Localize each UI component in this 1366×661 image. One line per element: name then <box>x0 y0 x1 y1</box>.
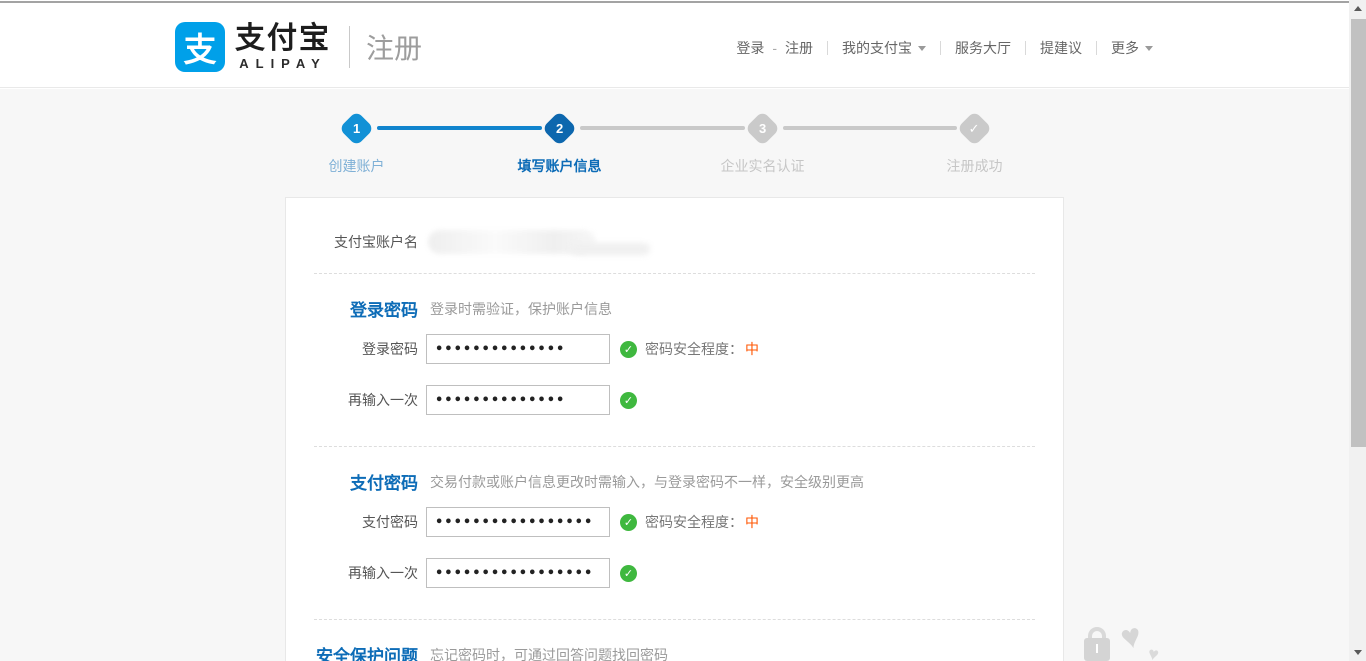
nav-suggestions-link[interactable]: 提建议 <box>1040 38 1082 58</box>
password-strength-value: 中 <box>745 339 759 359</box>
success-check-icon: ✓ <box>620 341 637 358</box>
check-glyph: ✓ <box>624 567 633 580</box>
step-registration-success: ✓ 注册成功 <box>895 113 1055 176</box>
page-title: 注册 <box>366 27 422 67</box>
security-question-section-title: 安全保护问题 <box>286 642 418 661</box>
step-1-diamond: 1 <box>339 111 374 146</box>
nav-more-label: 更多 <box>1111 38 1139 58</box>
nav-separator <box>1025 41 1026 55</box>
login-password-confirm-input[interactable] <box>426 385 610 415</box>
step-4-label: 注册成功 <box>895 156 1055 176</box>
nav-service-hall-link[interactable]: 服务大厅 <box>955 38 1011 58</box>
section-divider <box>314 619 1035 620</box>
section-divider <box>314 273 1035 274</box>
login-password-confirm-row: 再输入一次 ✓ <box>286 385 1063 415</box>
step-2-diamond: 2 <box>542 111 577 146</box>
lock-keyhole <box>1096 644 1098 653</box>
pay-password-confirm-row: 再输入一次 ✓ <box>286 558 1063 588</box>
success-check-icon: ✓ <box>620 565 637 582</box>
nav-login-link[interactable]: 登录 <box>736 38 764 58</box>
pay-password-input[interactable] <box>426 507 610 537</box>
security-question-section-header: 安全保护问题 忘记密码时，可通过回答问题找回密码 <box>286 642 1063 661</box>
step-enterprise-verification: 3 企业实名认证 <box>683 113 843 176</box>
step-1-label: 创建账户 <box>277 156 437 176</box>
registration-form-card: 支付宝账户名 登录密码 登录时需验证，保护账户信息 登录密码 ✓ 密码安全程度：… <box>285 197 1064 661</box>
step-4-diamond: ✓ <box>957 111 992 146</box>
pay-password-confirm-label: 再输入一次 <box>286 558 418 588</box>
scrollbar-up-button[interactable] <box>1349 0 1366 17</box>
page-header: 支 支付宝 ALIPAY 注册 登录 - 注册 我的支付宝 服务大厅 提建议 更… <box>0 3 1349 88</box>
chevron-down-icon <box>918 46 926 51</box>
nav-separator <box>1096 41 1097 55</box>
alipay-logo-glyph: 支 <box>184 23 217 71</box>
password-strength-label: 密码安全程度： <box>645 339 743 359</box>
main-content: 1 创建账户 2 填写账户信息 3 企业实名认证 ✓ 注册成功 支付宝账户名 登… <box>0 89 1349 661</box>
nav-separator <box>827 41 828 55</box>
login-password-section-header: 登录密码 登录时需验证，保护账户信息 <box>286 296 1063 321</box>
section-divider <box>314 446 1035 447</box>
pay-password-section-hint: 交易付款或账户信息更改时需输入，与登录密码不一样，安全级别更高 <box>430 472 864 492</box>
step-3-number: 3 <box>759 121 766 136</box>
pay-password-confirm-input[interactable] <box>426 558 610 588</box>
login-password-input[interactable] <box>426 334 610 364</box>
login-password-section-hint: 登录时需验证，保护账户信息 <box>430 299 612 319</box>
nav-register-link[interactable]: 注册 <box>785 38 813 58</box>
top-nav: 登录 - 注册 我的支付宝 服务大厅 提建议 更多 <box>736 38 1153 58</box>
pay-password-label: 支付密码 <box>286 507 418 537</box>
logo-divider <box>349 26 350 68</box>
account-name-redacted-tail <box>570 243 650 255</box>
check-glyph: ✓ <box>624 394 633 407</box>
arrow-down-icon <box>1354 650 1362 655</box>
step-2-label: 填写账户信息 <box>480 156 640 176</box>
alipay-logo-icon: 支 <box>175 22 225 72</box>
account-name-label: 支付宝账户名 <box>286 227 418 257</box>
login-password-section-title: 登录密码 <box>286 296 418 321</box>
step-fill-account-info: 2 填写账户信息 <box>480 113 640 176</box>
scrollbar-down-button[interactable] <box>1349 644 1366 661</box>
success-check-icon: ✓ <box>620 514 637 531</box>
nav-more-link[interactable]: 更多 <box>1111 38 1153 58</box>
nav-my-alipay-link[interactable]: 我的支付宝 <box>842 38 926 58</box>
registration-stepper: 1 创建账户 2 填写账户信息 3 企业实名认证 ✓ 注册成功 <box>285 113 1065 179</box>
check-icon: ✓ <box>969 121 980 137</box>
check-glyph: ✓ <box>624 516 633 529</box>
scrollbar-thumb[interactable] <box>1351 19 1366 447</box>
brand-subtitle: ALIPAY <box>235 56 331 71</box>
pay-password-section-title: 支付密码 <box>286 469 418 494</box>
success-check-icon: ✓ <box>620 392 637 409</box>
login-password-row: 登录密码 ✓ 密码安全程度：中 <box>286 334 1063 364</box>
security-question-section-hint: 忘记密码时，可通过回答问题找回密码 <box>430 645 668 661</box>
alipay-logo[interactable]: 支 支付宝 ALIPAY 注册 <box>175 19 422 75</box>
arrow-up-icon <box>1354 6 1362 11</box>
password-strength-label: 密码安全程度： <box>645 512 743 532</box>
brand-name: 支付宝 <box>235 24 331 54</box>
pay-password-row: 支付密码 ✓ 密码安全程度：中 <box>286 507 1063 537</box>
login-password-label: 登录密码 <box>286 334 418 364</box>
nav-separator <box>940 41 941 55</box>
nav-dash: - <box>772 40 777 56</box>
vertical-scrollbar[interactable] <box>1349 0 1366 661</box>
step-2-number: 2 <box>556 121 563 136</box>
brand-text: 支付宝 ALIPAY <box>235 24 331 71</box>
login-password-confirm-label: 再输入一次 <box>286 385 418 415</box>
step-create-account: 1 创建账户 <box>277 113 437 176</box>
chevron-down-icon <box>1145 46 1153 51</box>
account-name-row: 支付宝账户名 <box>286 198 1063 256</box>
pay-password-section-header: 支付密码 交易付款或账户信息更改时需输入，与登录密码不一样，安全级别更高 <box>286 469 1063 494</box>
nav-my-alipay-label: 我的支付宝 <box>842 38 912 58</box>
password-strength-value: 中 <box>745 512 759 532</box>
check-glyph: ✓ <box>624 343 633 356</box>
step-3-label: 企业实名认证 <box>683 156 843 176</box>
step-1-number: 1 <box>353 121 360 136</box>
step-3-diamond: 3 <box>745 111 780 146</box>
